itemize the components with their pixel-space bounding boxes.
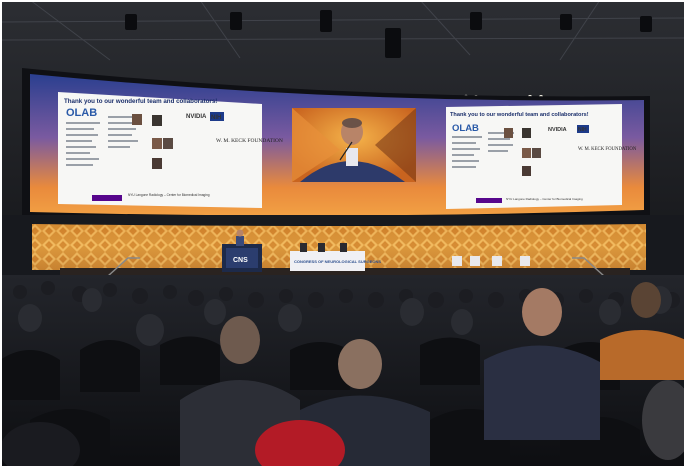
left-slide-footer: NYU Langone Radiology – Center for Biome… <box>128 193 210 197</box>
left-slide-title: Thank you to our wonderful team and coll… <box>64 98 217 105</box>
podium: CNS <box>222 244 262 272</box>
right-slide-nih-logo: NIH <box>578 127 587 133</box>
left-slide: Thank you to our wonderful team and coll… <box>58 92 283 208</box>
conference-hall-photo: Thank you to our wonderful team and coll… <box>0 0 686 468</box>
right-slide-footer: NYU Langone Radiology – Center for Biome… <box>506 197 583 201</box>
left-slide-olab-logo: OLAB <box>66 107 97 119</box>
right-slide-keck-logo: W. M. KECK FOUNDATION <box>578 147 637 152</box>
right-slide: Thank you to our wonderful team and coll… <box>446 104 637 209</box>
speaker-video-feed <box>292 108 416 182</box>
left-slide-nyu-logo <box>92 195 122 201</box>
left-slide-nvidia-logo: NVIDIA <box>186 114 207 120</box>
left-slide-keck-logo: W. M. KECK FOUNDATION <box>216 138 283 144</box>
stage-banner-text: CONGRESS OF NEUROLOGICAL SURGEONS <box>294 259 381 264</box>
podium-cns-logo: CNS <box>233 257 248 264</box>
left-slide-nih-logo: NIH <box>211 115 221 121</box>
speaker-on-stage <box>236 229 244 246</box>
right-slide-title: Thank you to our wonderful team and coll… <box>450 112 589 118</box>
right-slide-nvidia-logo: NVIDIA <box>548 127 567 133</box>
scene: Thank you to our wonderful team and coll… <box>0 0 686 468</box>
right-slide-nyu-logo <box>476 198 502 203</box>
right-slide-olab-logo: OLAB <box>452 123 479 134</box>
